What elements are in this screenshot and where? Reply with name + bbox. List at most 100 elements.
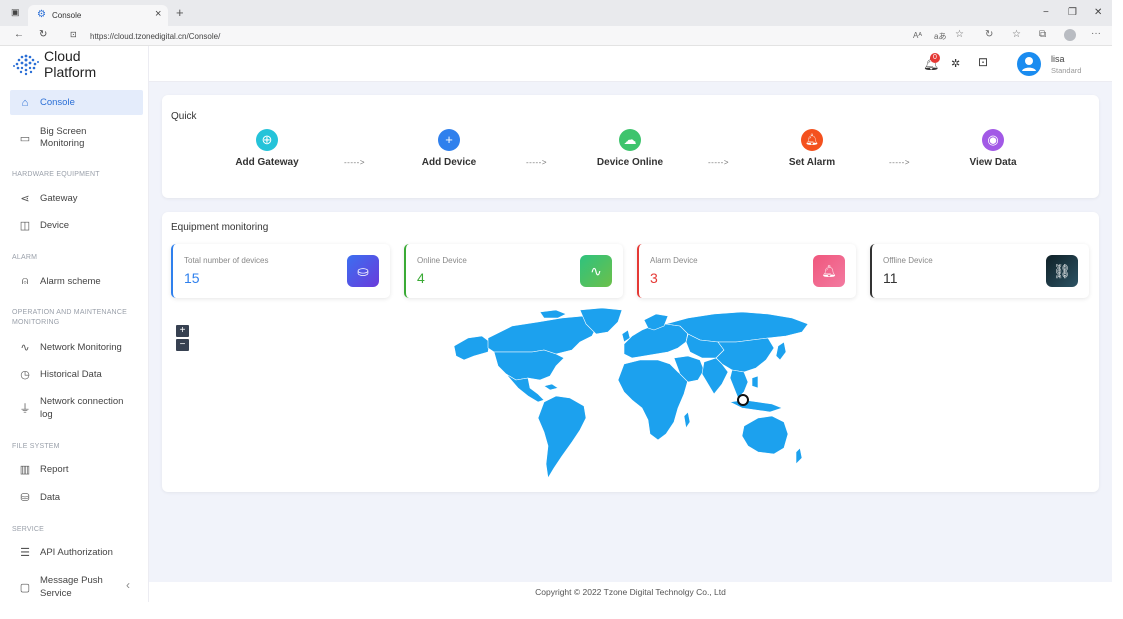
sidebar-item-console[interactable]: ⌂ Console — [10, 90, 143, 115]
quick-arrow: -----> — [344, 158, 365, 167]
logo[interactable]: Cloud Platform — [0, 46, 149, 82]
sidebar-item-big-screen[interactable]: ▭ Big Screen Monitoring — [10, 124, 143, 152]
quick-label: Add Device — [421, 157, 477, 168]
alarm-icon: ⍝ — [21, 274, 29, 287]
sidebar-item-label: Console — [40, 97, 75, 108]
sidebar-item-historical-data[interactable]: ◷ Historical Data — [10, 365, 143, 383]
equipment-monitoring-card: Equipment monitoring Total number of dev… — [162, 212, 1099, 492]
section-label-file: FILE SYSTEM — [12, 443, 60, 450]
window-restore-button[interactable]: ❐ — [1068, 8, 1077, 18]
world-map[interactable] — [452, 308, 812, 488]
user-icon — [1022, 57, 1036, 71]
bug-icon[interactable]: ✲ — [951, 57, 960, 70]
device-icon: ⛀ — [347, 255, 379, 287]
map-zoom-in-button[interactable]: + — [176, 325, 189, 337]
lock-icon: ⊡ — [70, 30, 77, 39]
sidebar-item-gateway[interactable]: ⋖ Gateway — [10, 189, 143, 207]
sidebar-collapse-icon[interactable]: ‹ — [126, 578, 130, 592]
read-aloud-icon[interactable]: Aᴬ — [913, 31, 922, 40]
profile-avatar-icon[interactable] — [1064, 29, 1076, 41]
browser-address-bar: ← ↻ ⊡ https://cloud.tzonedigital.cn/Cons… — [0, 26, 1112, 46]
main-content: Quick ⊕ Add Gateway -----> + Add Device … — [149, 82, 1112, 582]
quick-label: Device Online — [596, 157, 664, 168]
history-icon: ◷ — [20, 368, 30, 381]
browser-tab-bar: ▣ ⚙ Console × + − ❐ ✕ — [0, 0, 1112, 26]
unlink-icon: ⛓ — [1046, 255, 1078, 287]
stat-online-devices[interactable]: Online Device 4 ∿ — [404, 244, 623, 298]
map-zoom-out-button[interactable]: − — [176, 339, 189, 351]
sidebar-item-label: Message Push — [40, 575, 103, 586]
stat-alarm-devices[interactable]: Alarm Device 3 🔔︎ — [637, 244, 856, 298]
tab-close-icon[interactable]: × — [155, 9, 161, 20]
collections-icon[interactable]: ⧉ — [1039, 30, 1046, 40]
cloud-icon: ☁ — [619, 129, 641, 151]
sidebar-item-network-log[interactable]: ⏚ Network connection log — [10, 394, 143, 422]
plus-circle-icon: ⊕ — [256, 129, 278, 151]
user-avatar[interactable] — [1017, 52, 1041, 76]
quick-arrow: -----> — [889, 158, 910, 167]
stat-label: Total number of devices — [184, 256, 269, 265]
device-icon: ◫ — [19, 219, 31, 232]
sidebar-item-device[interactable]: ◫ Device — [10, 216, 143, 234]
sidebar-item-label: Gateway — [40, 192, 78, 204]
sidebar-item-alarm-scheme[interactable]: ⍝ Alarm scheme — [10, 272, 143, 290]
sidebar-item-label: Monitoring — [40, 138, 85, 149]
database-icon: ⛁ — [20, 491, 30, 504]
sidebar-item-label: Report — [40, 463, 69, 475]
sidebar-item-api-authorization[interactable]: ☰ API Authorization — [10, 543, 143, 561]
map-region-australia — [741, 415, 789, 455]
quick-view-data[interactable]: ◉ View Data — [933, 129, 1053, 168]
window-close-button[interactable]: ✕ — [1094, 8, 1102, 18]
pulse-icon: ∿ — [580, 255, 612, 287]
stat-value: 4 — [417, 270, 425, 286]
sidebar-item-message-push[interactable]: ▢ Message Push Service — [10, 573, 143, 601]
sidebar-item-label: Big Screen — [40, 126, 87, 137]
sidebar-item-label: Device — [40, 219, 70, 231]
pulse-icon: ∿ — [20, 341, 30, 354]
user-name: lisa — [1051, 54, 1065, 64]
sidebar-item-label: Network Monitoring — [40, 341, 122, 353]
map-region-canada-islands — [539, 309, 567, 319]
chat-icon[interactable]: ⊡ — [978, 55, 988, 69]
more-menu-icon[interactable]: ··· — [1091, 29, 1101, 39]
window-minimize-button[interactable]: − — [1043, 8, 1049, 18]
quick-label: Set Alarm — [788, 157, 836, 168]
notification-badge: 0 — [930, 53, 940, 63]
browser-tab[interactable]: ⚙ Console × — [28, 5, 168, 26]
sidebar: Cloud Platform ⌂ Console ▭ Big Screen Mo… — [0, 46, 149, 602]
quick-set-alarm[interactable]: 🔔︎ Set Alarm — [752, 129, 872, 168]
sidebar-item-network-monitoring[interactable]: ∿ Network Monitoring — [10, 338, 143, 356]
quick-device-online[interactable]: ☁ Device Online — [570, 129, 690, 168]
stat-label: Alarm Device — [650, 256, 698, 265]
new-tab-button[interactable]: + — [176, 6, 184, 19]
stat-offline-devices[interactable]: Offline Device 11 ⛓ — [870, 244, 1089, 298]
refresh-icon[interactable]: ↻ — [39, 30, 47, 40]
message-icon: ▢ — [19, 581, 31, 594]
favorites-icon[interactable]: ☆ — [1012, 30, 1021, 40]
stat-label: Online Device — [417, 256, 467, 265]
sidebar-item-label: Alarm scheme — [40, 275, 101, 287]
stat-label: Offline Device — [883, 256, 933, 265]
eye-icon: ◉ — [982, 129, 1004, 151]
site-favicon-icon: ⚙ — [37, 9, 46, 20]
quick-add-device[interactable]: + Add Device — [389, 129, 509, 168]
favorite-add-icon[interactable]: ☆ — [955, 30, 964, 40]
tab-actions-icon[interactable]: ▣ — [11, 8, 20, 17]
monitor-icon: ▭ — [19, 132, 31, 145]
refresh-alt-icon[interactable]: ↻ — [985, 30, 993, 40]
footer: Copyright © 2022 Tzone Digital Technolgy… — [149, 582, 1112, 602]
copyright-text: Copyright © 2022 Tzone Digital Technolgy… — [535, 587, 726, 597]
back-arrow-icon[interactable]: ← — [14, 30, 24, 40]
map-region-caribbean — [543, 383, 559, 391]
map-region-usa — [493, 349, 565, 381]
device-location-marker[interactable] — [737, 394, 749, 406]
translate-icon[interactable]: aあ — [934, 31, 946, 42]
quick-add-gateway[interactable]: ⊕ Add Gateway — [207, 129, 327, 168]
map-region-africa — [617, 359, 689, 441]
plus-icon: + — [438, 129, 460, 151]
sidebar-item-report[interactable]: ▥ Report — [10, 460, 143, 478]
url-field[interactable]: https://cloud.tzonedigital.cn/Console/ — [90, 32, 220, 41]
sidebar-item-data[interactable]: ⛁ Data — [10, 488, 143, 506]
sidebar-item-label: log — [40, 409, 53, 420]
stat-total-devices[interactable]: Total number of devices 15 ⛀ — [171, 244, 390, 298]
